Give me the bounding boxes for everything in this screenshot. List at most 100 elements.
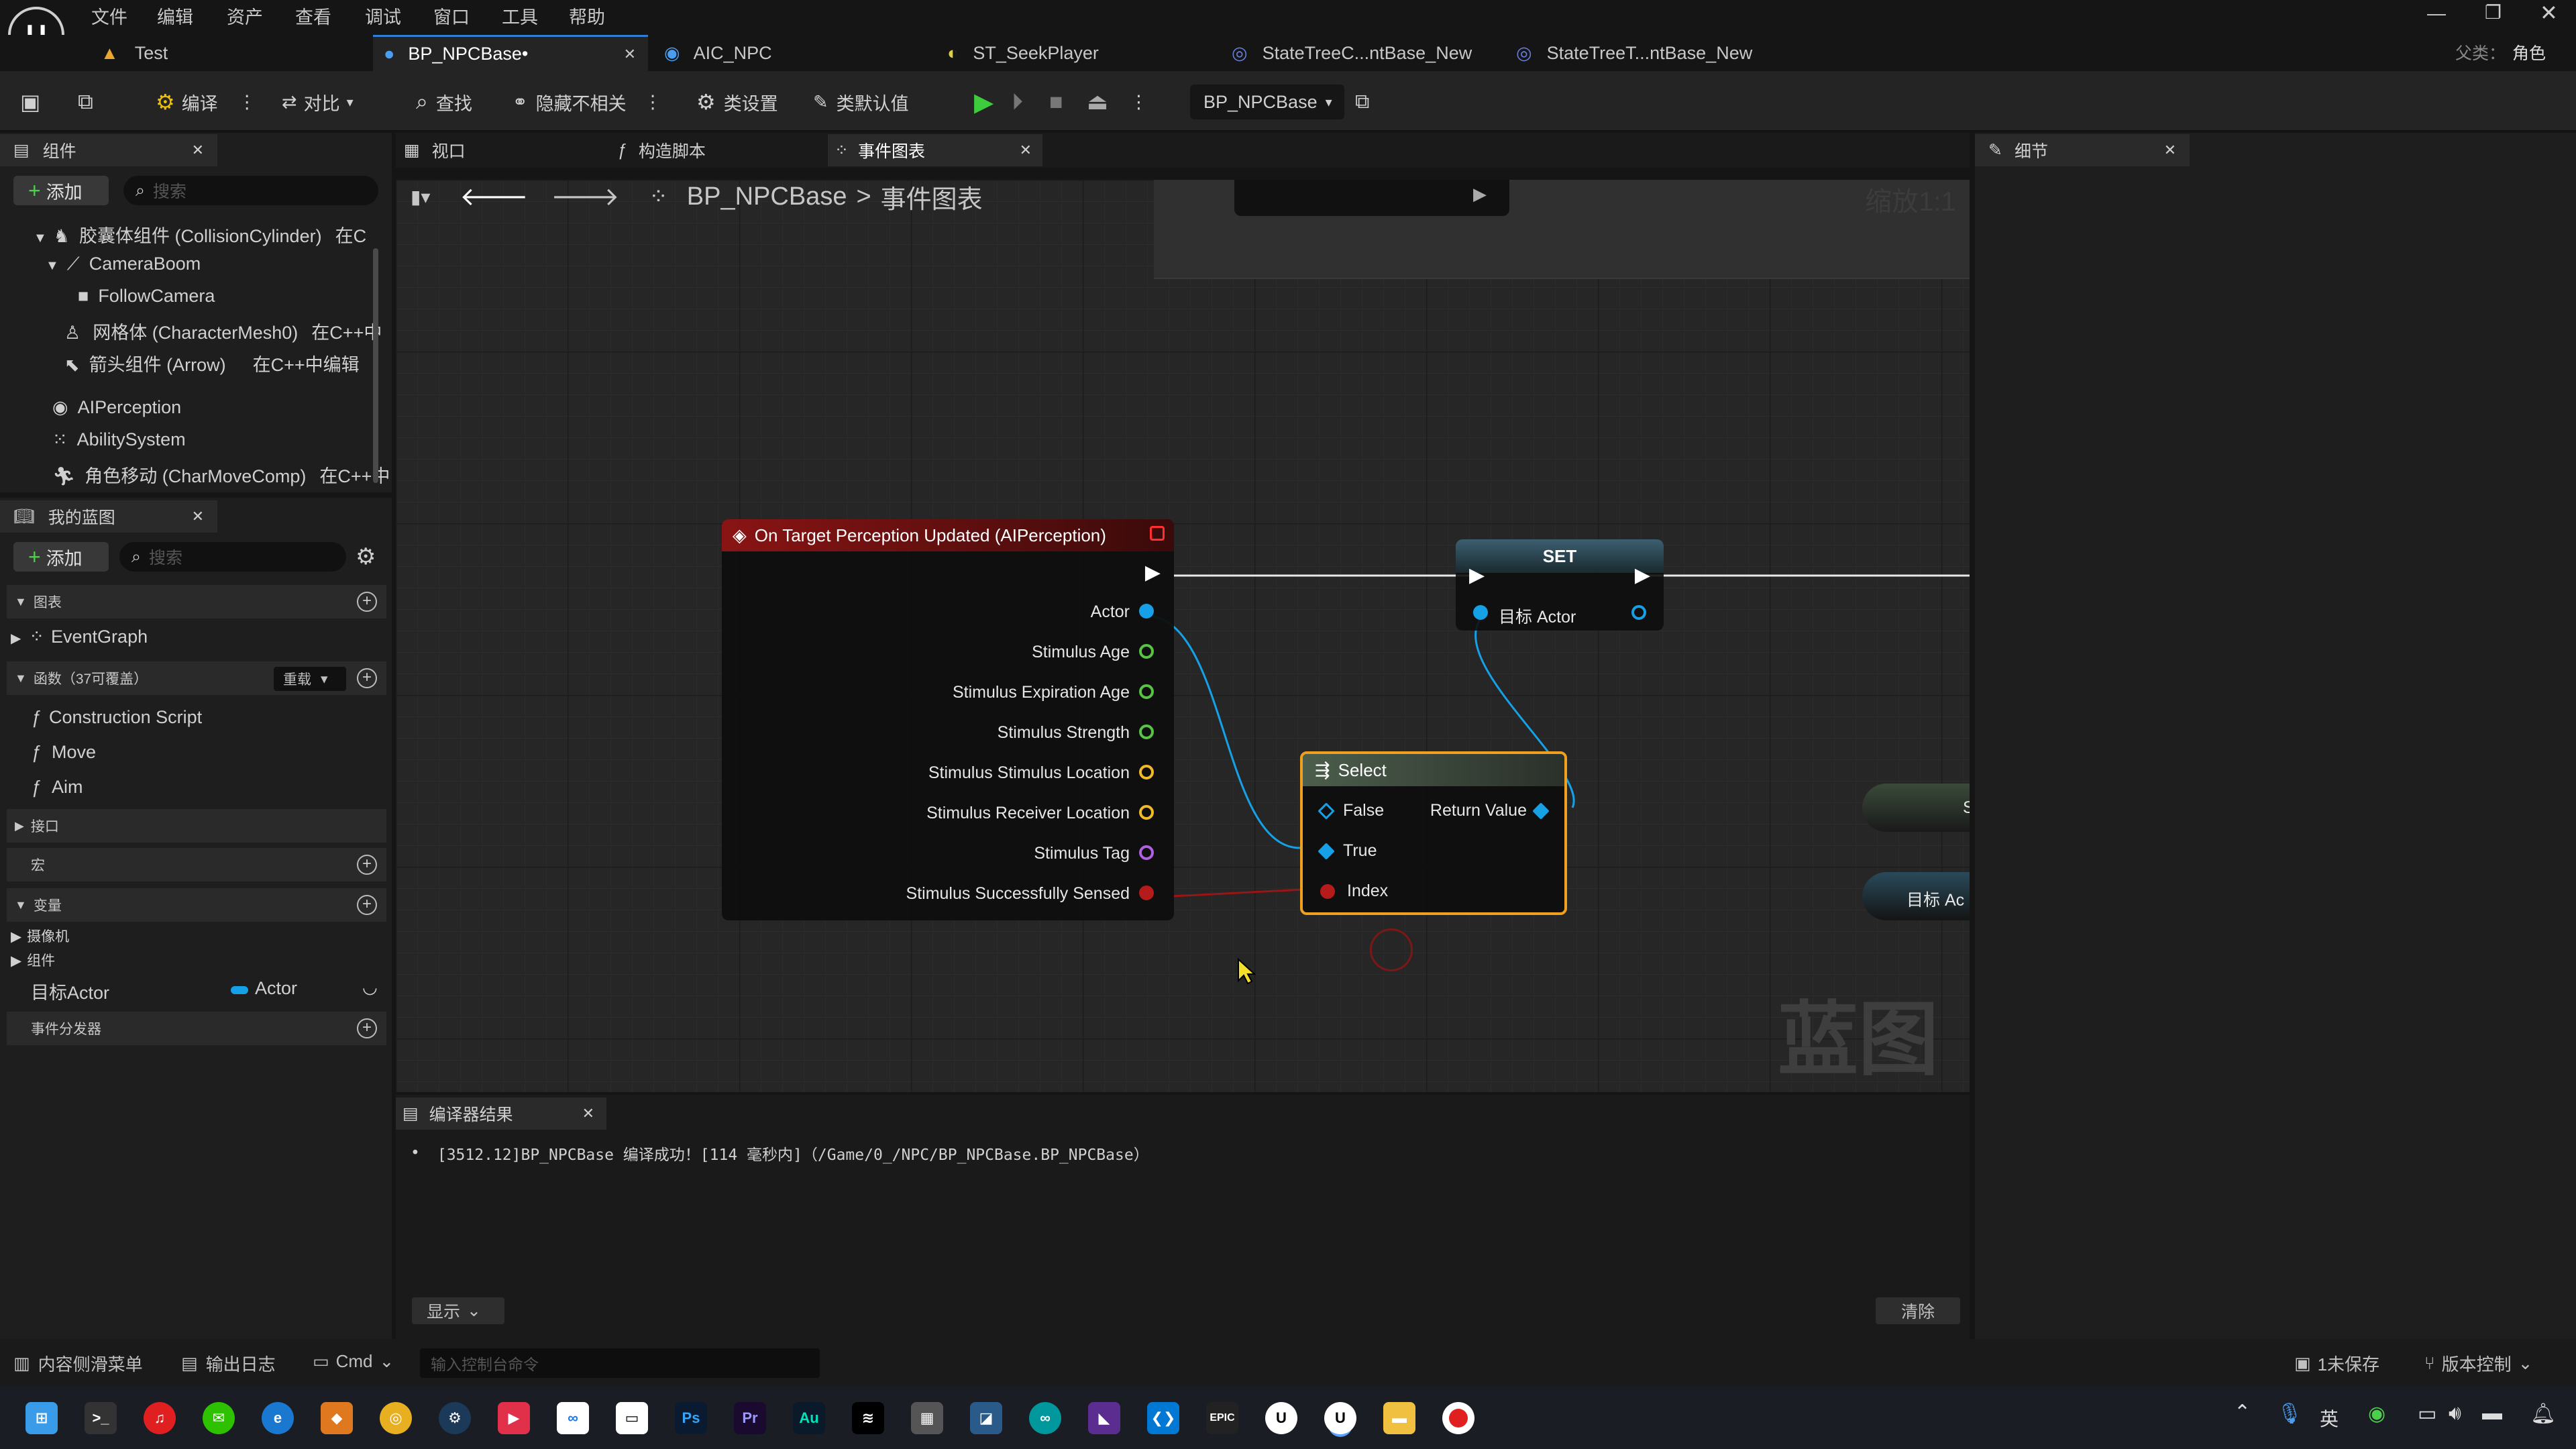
- restore-button[interactable]: ❐: [2485, 1, 2502, 23]
- variable-category[interactable]: ▶ 组件: [11, 950, 55, 970]
- content-drawer-button[interactable]: ▥ 内容侧滑菜单: [13, 1351, 143, 1376]
- edge-icon[interactable]: e: [262, 1402, 294, 1434]
- add-graph-icon[interactable]: +: [357, 592, 377, 612]
- variables-section[interactable]: ▼ 变量: [7, 888, 386, 922]
- netease-music-icon[interactable]: ♫: [144, 1402, 176, 1434]
- graphs-section[interactable]: ▼ 图表: [7, 585, 386, 619]
- add-dispatcher-icon[interactable]: +: [357, 1018, 377, 1038]
- actor-pin[interactable]: [1473, 605, 1488, 620]
- bookmark-icon[interactable]: ▮▾: [411, 186, 430, 208]
- ime-indicator[interactable]: 英: [2320, 1405, 2339, 1432]
- function-item[interactable]: ƒ Move: [31, 742, 96, 763]
- add-component-button[interactable]: + 添加: [13, 176, 109, 205]
- tab-test[interactable]: ▲ Test: [94, 35, 362, 71]
- function-item[interactable]: ƒ Construction Script: [31, 707, 202, 728]
- my-blueprint-tab[interactable]: 📖︎ 我的蓝图 ✕: [0, 500, 217, 533]
- tab-event-graph[interactable]: ⁘ 事件图表 ✕: [828, 134, 1042, 166]
- close-tab-icon[interactable]: ✕: [192, 142, 204, 159]
- bool-pin[interactable]: [1139, 885, 1154, 900]
- app-tray-icon[interactable]: ◉: [2368, 1402, 2385, 1426]
- visibility-icon[interactable]: ◡: [362, 977, 378, 998]
- close-tab-icon[interactable]: ✕: [1020, 142, 1032, 159]
- add-function-icon[interactable]: +: [357, 668, 377, 688]
- console-input[interactable]: 输入控制台命令: [420, 1348, 820, 1378]
- minimize-button[interactable]: —: [2427, 3, 2446, 24]
- partial-node[interactable]: S: [1862, 784, 1970, 832]
- hide-unrelated-button[interactable]: ⚭ 隐藏不相关 ⋮: [513, 85, 662, 119]
- float-pin[interactable]: [1139, 724, 1154, 739]
- debug-target-select[interactable]: BP_NPCBase ▾: [1190, 85, 1344, 119]
- exec-out-pin[interactable]: ▶: [1145, 561, 1161, 584]
- menu-view[interactable]: 查看: [295, 3, 331, 29]
- exec-out-pin[interactable]: ▶: [1635, 564, 1650, 587]
- app-icon[interactable]: ◪: [970, 1402, 1002, 1434]
- close-window-button[interactable]: ✕: [2540, 0, 2558, 25]
- show-dropdown[interactable]: 显示 ⌄: [412, 1297, 504, 1324]
- breadcrumb-current[interactable]: 事件图表: [881, 178, 983, 215]
- battery-icon[interactable]: ▬: [2482, 1402, 2502, 1425]
- tab-aic-npc[interactable]: ◉ AIC_NPC: [664, 35, 932, 71]
- actor-pin[interactable]: [1139, 604, 1154, 619]
- step-icon[interactable]: ⏵: [1012, 85, 1023, 119]
- compiler-results-tab[interactable]: ▤ 编译器结果 ✕: [396, 1097, 606, 1130]
- app-icon[interactable]: ▶: [498, 1402, 530, 1434]
- menu-tools[interactable]: 工具: [502, 3, 538, 29]
- menu-window[interactable]: 窗口: [433, 3, 470, 29]
- unsaved-button[interactable]: ▣ 1未保存: [2294, 1351, 2379, 1376]
- components-scrollbar[interactable]: [373, 248, 378, 483]
- class-defaults-button[interactable]: ✎ 类默认值: [813, 85, 909, 119]
- function-item[interactable]: ƒ Aim: [31, 777, 83, 798]
- false-pin[interactable]: [1318, 802, 1335, 820]
- on-target-perception-updated-node[interactable]: ◈ On Target Perception Updated (AIPercep…: [722, 519, 1174, 920]
- variable-item[interactable]: 目标Actor Actor ◡: [31, 977, 386, 1004]
- eject-icon[interactable]: ⏏: [1087, 85, 1108, 119]
- photoshop-icon[interactable]: Ps: [675, 1402, 707, 1434]
- notification-icon[interactable]: 🔔︎: [2530, 1402, 2556, 1426]
- override-dropdown[interactable]: 重载 ▾: [274, 667, 346, 691]
- compile-button[interactable]: ⚙ 编译 ⋮: [156, 85, 256, 119]
- event-dispatchers-section[interactable]: 事件分发器: [7, 1012, 386, 1045]
- menu-debug[interactable]: 调试: [365, 3, 401, 29]
- actor-out-pin[interactable]: [1631, 605, 1646, 620]
- unreal-icon[interactable]: U: [1265, 1402, 1297, 1434]
- true-pin[interactable]: [1318, 843, 1335, 860]
- close-tab-icon[interactable]: ✕: [582, 1105, 594, 1122]
- wechat-icon[interactable]: ✉: [203, 1402, 235, 1434]
- vr-icon[interactable]: ▭: [616, 1402, 648, 1434]
- menu-file[interactable]: 文件: [91, 3, 127, 29]
- select-node[interactable]: ⇶ Select False Return Value True Index: [1300, 751, 1567, 915]
- component-item[interactable]: ♙ 网格体 (CharacterMesh0) 在C++中: [64, 318, 382, 344]
- add-member-button[interactable]: + 添加: [13, 542, 109, 572]
- capcut-icon[interactable]: ≋: [852, 1402, 884, 1434]
- settings-gear-icon[interactable]: ⚙: [356, 543, 376, 570]
- meta-icon[interactable]: ∞: [557, 1402, 589, 1434]
- tab-viewport[interactable]: ▦ 视口: [396, 134, 597, 166]
- cmd-dropdown[interactable]: ▭ Cmd ⌄: [313, 1351, 394, 1372]
- exec-pin-icon[interactable]: ▶: [1473, 184, 1487, 205]
- tag-pin[interactable]: [1139, 845, 1154, 860]
- terminal-icon[interactable]: >_: [85, 1402, 117, 1434]
- play-icon[interactable]: ▶: [974, 85, 994, 119]
- add-macro-icon[interactable]: +: [357, 855, 377, 875]
- calculator-icon[interactable]: ▦: [911, 1402, 943, 1434]
- menu-edit[interactable]: 编辑: [157, 3, 193, 29]
- close-tab-icon[interactable]: ✕: [2164, 142, 2176, 159]
- index-pin[interactable]: [1320, 884, 1335, 899]
- class-settings-button[interactable]: ⚙ 类设置: [696, 85, 778, 119]
- premiere-icon[interactable]: Pr: [734, 1402, 766, 1434]
- forward-arrow-icon[interactable]: 🡒: [551, 181, 619, 212]
- epic-games-icon[interactable]: EPIC: [1206, 1402, 1238, 1434]
- back-arrow-icon[interactable]: 🡐: [460, 181, 528, 212]
- clear-button[interactable]: 清除: [1876, 1297, 1960, 1324]
- start-icon[interactable]: ⊞: [25, 1402, 58, 1434]
- arduino-icon[interactable]: ∞: [1029, 1402, 1061, 1434]
- tab-st-seekplayer[interactable]: ◐ ST_SeekPlayer: [947, 35, 1216, 71]
- visual-studio-icon[interactable]: ◣: [1088, 1402, 1120, 1434]
- interfaces-section[interactable]: ▶ 接口: [7, 809, 386, 843]
- tab-bp-npcbase[interactable]: ● BP_NPCBase• ✕: [373, 35, 648, 71]
- browse-icon[interactable]: ⧉: [78, 85, 93, 119]
- component-item[interactable]: ◉ AIPerception: [52, 397, 181, 418]
- menu-help[interactable]: 帮助: [569, 3, 605, 29]
- microphone-icon[interactable]: 🎙︎: [2277, 1402, 2302, 1426]
- details-tab[interactable]: ✎ 细节 ✕: [1975, 134, 2190, 166]
